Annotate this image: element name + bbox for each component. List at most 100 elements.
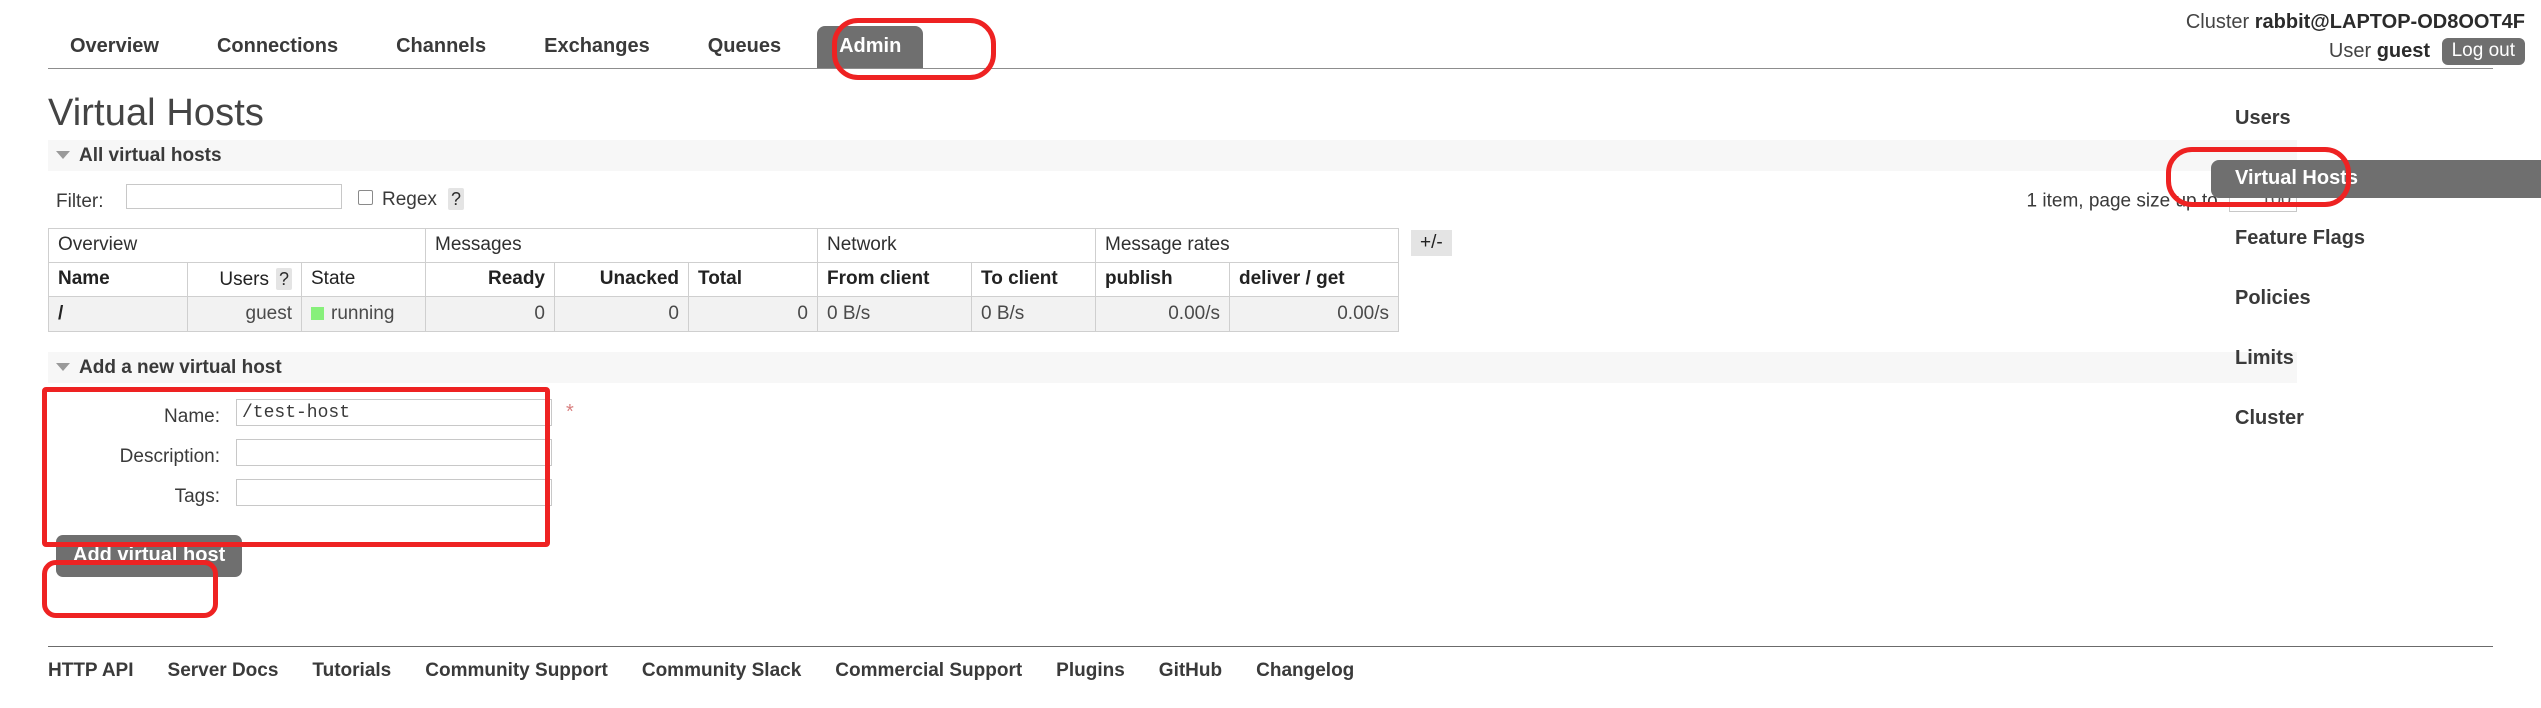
column-header-to-client[interactable]: To client <box>971 262 1096 297</box>
virtual-hosts-table: Overview Messages Network Message rates Name… <box>48 228 1399 332</box>
footer-link-http-api[interactable]: HTTP API <box>48 660 134 681</box>
cell-name[interactable]: / <box>48 296 188 332</box>
column-header-label: Users <box>219 268 269 290</box>
footer-link-commercial-support[interactable]: Commercial Support <box>835 660 1022 681</box>
sidebar-item-feature-flags[interactable]: Feature Flags <box>2211 220 2541 258</box>
nav-tab-queues[interactable]: Queues <box>686 26 803 68</box>
footer-link-github[interactable]: GitHub <box>1159 660 1222 681</box>
footer-link-tutorials[interactable]: Tutorials <box>312 660 391 681</box>
add-virtual-host-section: Add a new virtual host Name: * Descripti… <box>48 352 2297 577</box>
description-row: Description: <box>48 437 2297 477</box>
cell-to-client: 0 B/s <box>971 296 1096 332</box>
footer-list-item: Community Support <box>425 660 608 682</box>
add-virtual-host-form: Name: * Description: Tags: Add virtual h… <box>48 383 2297 577</box>
footer-list-item: Tutorials <box>312 660 391 682</box>
filter-input[interactable] <box>126 184 342 209</box>
column-header-ready[interactable]: Ready <box>425 262 555 297</box>
regex-help-icon[interactable]: ? <box>448 188 464 211</box>
filter-label: Filter: <box>56 191 104 212</box>
cell-unacked: 0 <box>554 296 689 332</box>
sidebar-item-users[interactable]: Users <box>2211 100 2541 138</box>
cell-deliver-get: 0.00/s <box>1229 296 1399 332</box>
footer-list-item: GitHub <box>1159 660 1222 682</box>
column-header-label: From client <box>827 268 930 289</box>
column-header-label: deliver / get <box>1239 268 1345 289</box>
column-header-publish[interactable]: publish <box>1095 262 1230 297</box>
column-header-label: To client <box>981 268 1058 289</box>
sidebar-item-policies[interactable]: Policies <box>2211 280 2541 318</box>
column-header-label: Ready <box>487 268 545 289</box>
state-label: running <box>331 302 395 324</box>
column-header-label: Unacked <box>599 268 679 289</box>
footer-link-list: HTTP API Server Docs Tutorials Community Su… <box>48 660 2493 682</box>
cell-ready: 0 <box>425 296 555 332</box>
group-header-messages: Messages <box>425 228 818 263</box>
all-virtual-hosts-title: All virtual hosts <box>79 145 222 166</box>
regex-checkbox[interactable] <box>358 190 373 205</box>
tags-row: Tags: <box>48 477 2297 517</box>
column-header-total[interactable]: Total <box>688 262 818 297</box>
nav-item: Connections <box>195 26 360 68</box>
status-indicator-icon <box>311 306 324 320</box>
name-input[interactable] <box>236 399 552 426</box>
footer-link-plugins[interactable]: Plugins <box>1056 660 1125 681</box>
sidebar-list-item: Users <box>2211 100 2541 138</box>
column-header-from-client[interactable]: From client <box>817 262 972 297</box>
name-label: Name: <box>164 406 220 427</box>
nav-item: Channels <box>374 26 508 68</box>
main-content: All virtual hosts Filter: Regex ? 1 item… <box>48 140 2297 577</box>
add-virtual-host-button[interactable]: Add virtual host <box>56 535 243 577</box>
nav-tab-channels[interactable]: Channels <box>374 26 508 68</box>
column-header-state[interactable]: State <box>301 262 426 297</box>
sidebar-item-cluster[interactable]: Cluster <box>2211 400 2541 438</box>
column-header-deliver-get[interactable]: deliver / get <box>1229 262 1399 297</box>
footer-link-community-support[interactable]: Community Support <box>425 660 608 681</box>
cell-users: guest <box>187 296 302 332</box>
toggle-columns-button[interactable]: +/- <box>1411 230 1452 256</box>
column-header-label: Name <box>58 268 110 289</box>
page-title: Virtual Hosts <box>48 92 265 134</box>
regex-label[interactable]: Regex <box>382 189 437 211</box>
footer: HTTP API Server Docs Tutorials Community Su… <box>48 660 2493 682</box>
admin-sidebar: Users Virtual Hosts Feature Flags Policies L… <box>2211 100 2541 460</box>
description-input[interactable] <box>236 439 552 466</box>
sidebar-list-item: Feature Flags <box>2211 220 2541 258</box>
collapse-triangle-icon <box>56 362 70 371</box>
footer-list-item: Server Docs <box>168 660 279 682</box>
nav-item: Admin <box>817 26 924 68</box>
footer-list-item: Changelog <box>1256 660 1354 682</box>
footer-divider <box>48 646 2493 647</box>
table-row[interactable]: / guest running 0 0 0 0 B/s 0 B/s 0.00/s 0.00/s <box>48 296 1399 332</box>
nav-tab-exchanges[interactable]: Exchanges <box>522 26 672 68</box>
sidebar-item-limits[interactable]: Limits <box>2211 340 2541 378</box>
footer-list-item: Plugins <box>1056 660 1125 682</box>
nav-tab-admin[interactable]: Admin <box>817 26 924 68</box>
footer-link-server-docs[interactable]: Server Docs <box>168 660 279 681</box>
column-header-label: publish <box>1105 268 1173 289</box>
footer-link-community-slack[interactable]: Community Slack <box>642 660 801 681</box>
table-column-header-row: Name Users? State Ready Unacked Total From cli… <box>48 262 1399 297</box>
add-virtual-host-section-header[interactable]: Add a new virtual host <box>48 352 2297 383</box>
collapse-triangle-icon <box>56 150 70 159</box>
cell-publish: 0.00/s <box>1095 296 1230 332</box>
sidebar-item-virtual-hosts[interactable]: Virtual Hosts <box>2211 160 2541 198</box>
sidebar-list-item: Limits <box>2211 340 2541 378</box>
tags-input[interactable] <box>236 479 552 506</box>
column-header-name[interactable]: Name <box>48 262 188 297</box>
nav-tab-overview[interactable]: Overview <box>48 26 181 68</box>
all-virtual-hosts-section-header[interactable]: All virtual hosts <box>48 140 2297 171</box>
footer-list-item: Community Slack <box>642 660 801 682</box>
group-header-message-rates: Message rates <box>1095 228 1399 263</box>
sidebar-list-item: Policies <box>2211 280 2541 318</box>
group-header-network: Network <box>817 228 1096 263</box>
description-label: Description: <box>119 446 220 467</box>
nav-item: Queues <box>686 26 803 68</box>
cell-state: running <box>301 296 426 332</box>
column-header-unacked[interactable]: Unacked <box>554 262 689 297</box>
main-nav-list: Overview Connections Channels Exchanges Queu… <box>0 22 2541 68</box>
users-help-question-icon[interactable]: ? <box>276 267 292 290</box>
nav-tab-connections[interactable]: Connections <box>195 26 360 68</box>
column-header-users[interactable]: Users? <box>187 262 302 297</box>
nav-item: Overview <box>48 26 181 68</box>
footer-link-changelog[interactable]: Changelog <box>1256 660 1354 681</box>
